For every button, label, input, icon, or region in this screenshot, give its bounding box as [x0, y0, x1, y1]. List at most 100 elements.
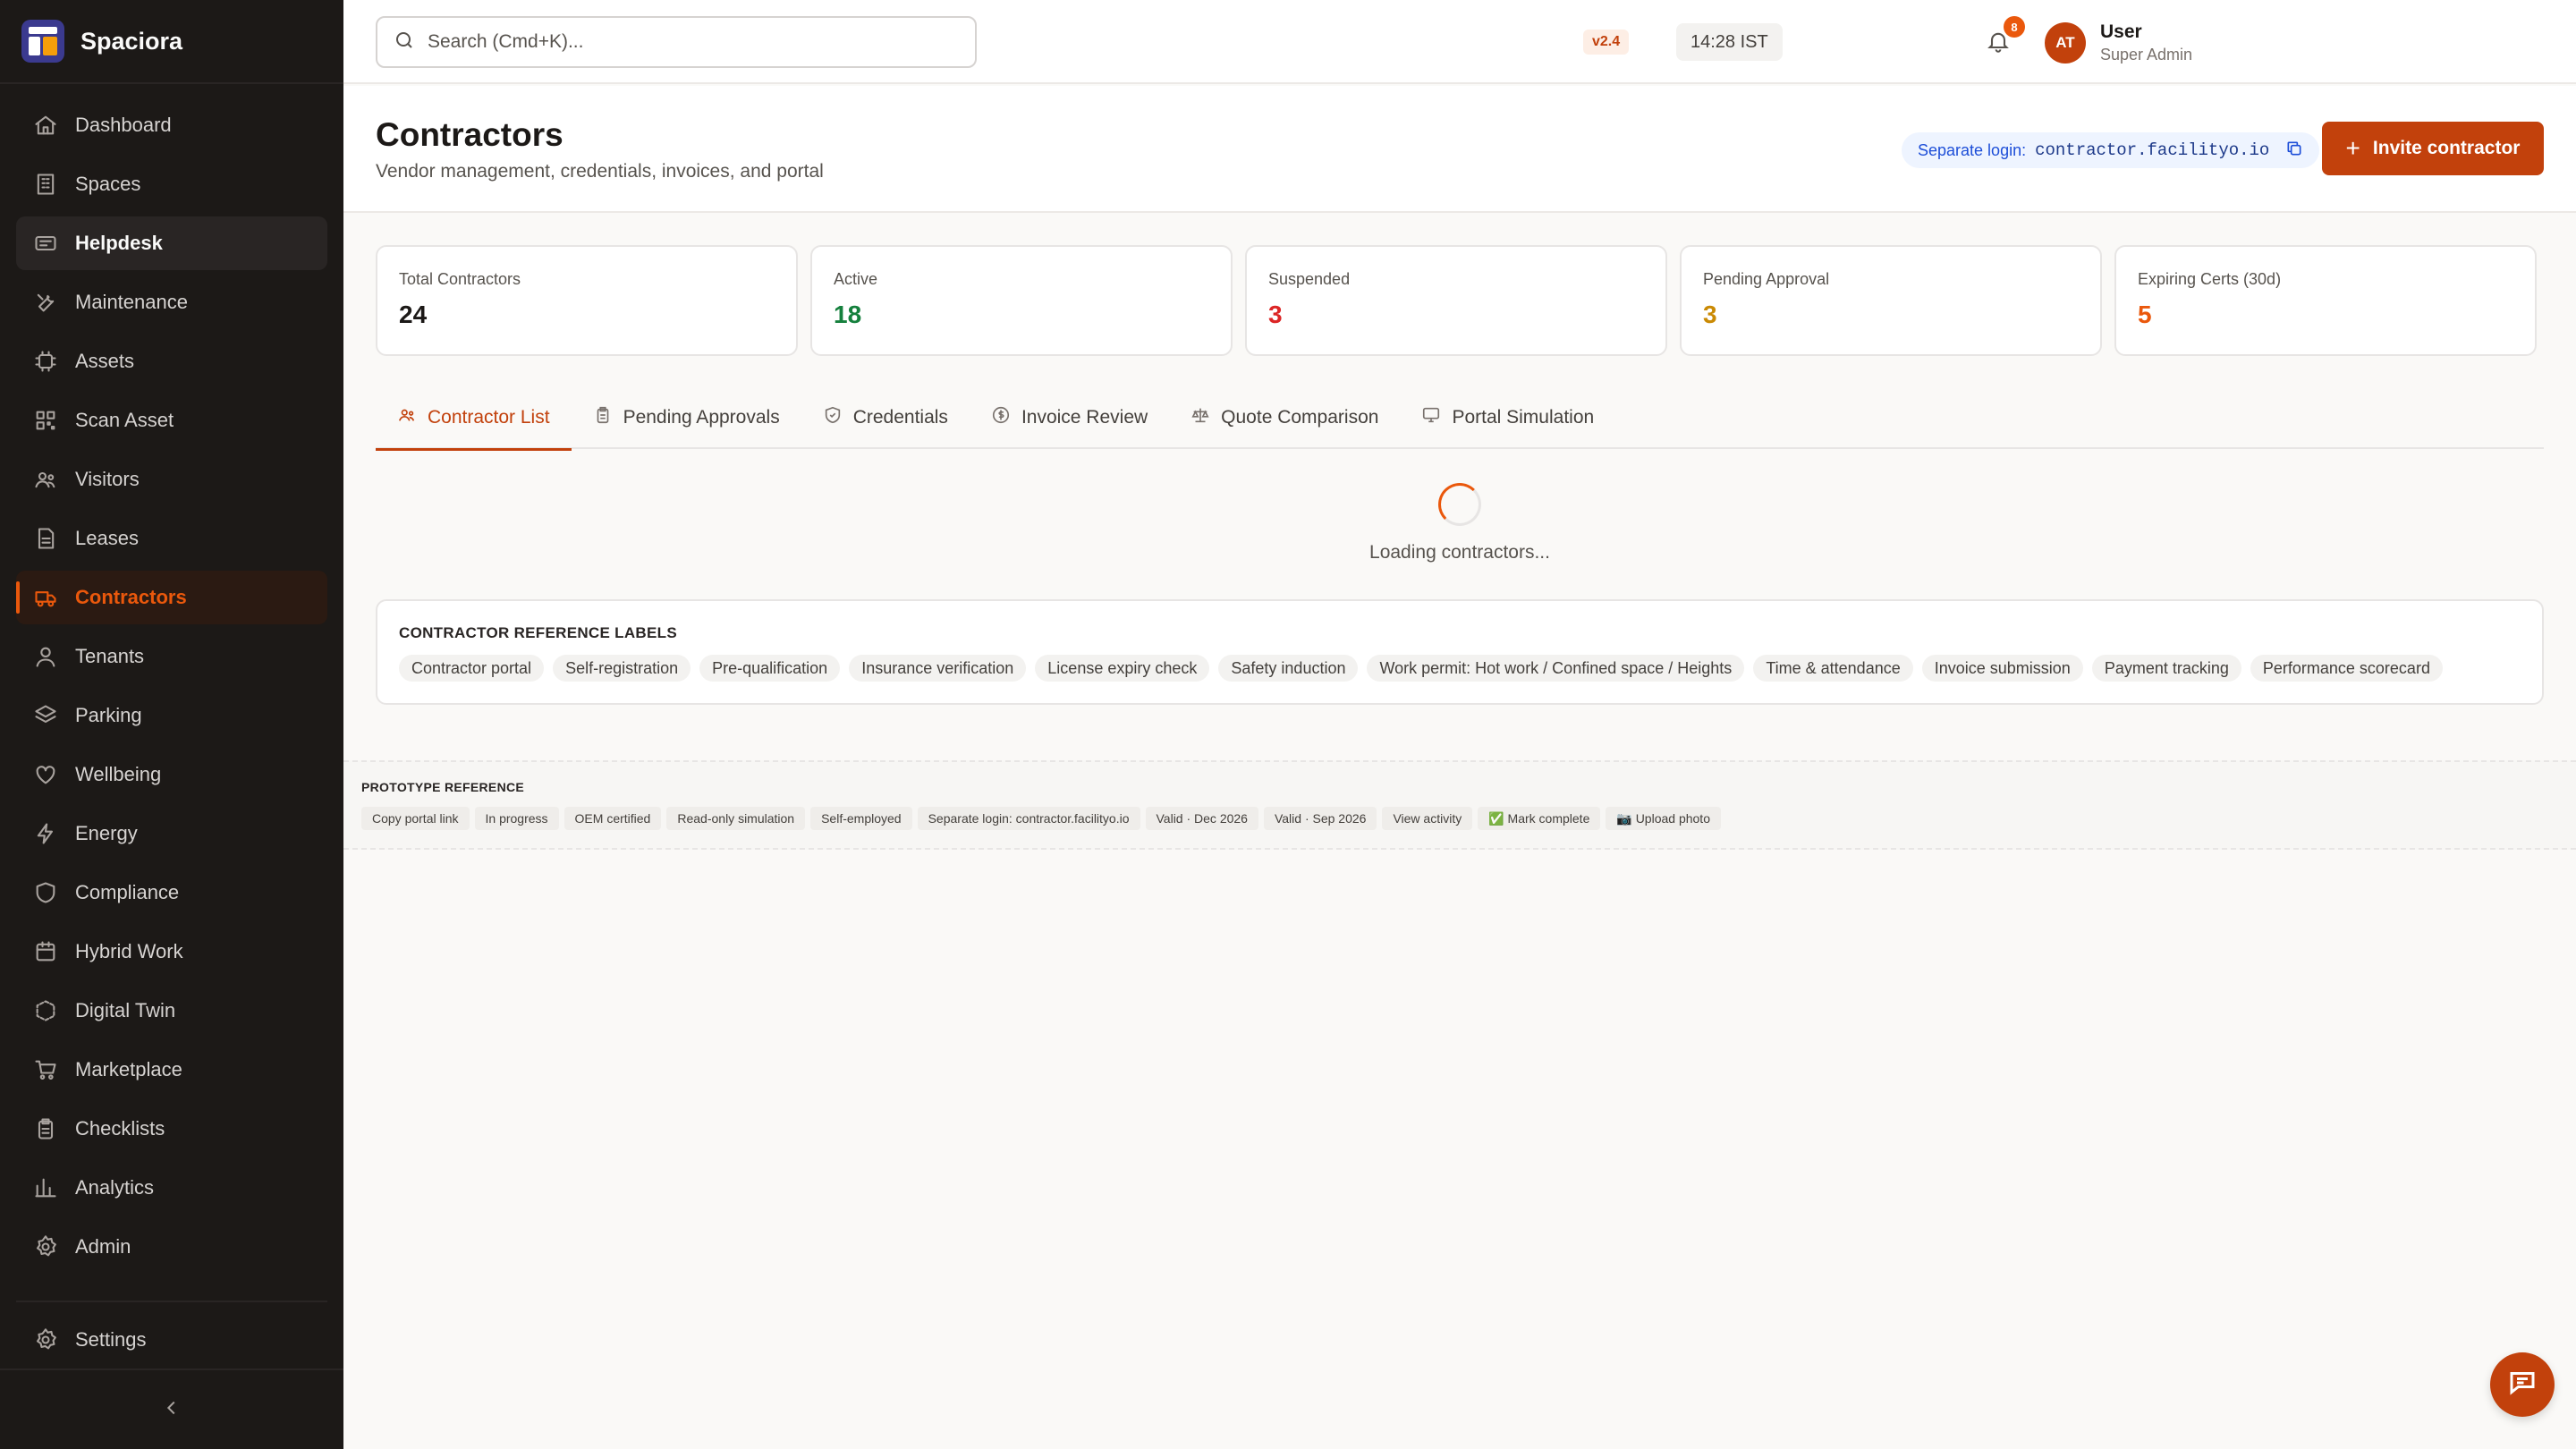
reference-labels-card: CONTRACTOR REFERENCE LABELS Contractor p… [376, 599, 2544, 705]
sidebar-item-label: Visitors [75, 468, 140, 490]
sidebar-item-digital-twin[interactable]: Digital Twin [16, 984, 327, 1038]
prototype-chip[interactable]: Copy portal link [361, 807, 470, 830]
stat-value: 18 [834, 301, 862, 328]
calendar-icon [32, 938, 59, 965]
bolt-icon [32, 820, 59, 847]
sidebar-item-dashboard[interactable]: Dashboard [16, 98, 327, 152]
chat-icon [2506, 1367, 2538, 1403]
tab-label: Pending Approvals [623, 407, 780, 428]
tab-label: Credentials [852, 407, 948, 428]
chat-button[interactable] [2490, 1352, 2555, 1417]
sidebar-item-marketplace[interactable]: Marketplace [16, 1043, 327, 1097]
tab-label: Contractor List [428, 407, 550, 428]
sidebar-item-settings[interactable]: Settings [16, 1313, 327, 1367]
prototype-chip[interactable]: Separate login: contractor.facilityo.io [917, 807, 1140, 830]
reference-chip: Self-registration [553, 655, 691, 682]
login-label: Separate login: [1918, 140, 2027, 159]
prototype-chip[interactable]: Read-only simulation [666, 807, 806, 830]
stat-value: 24 [399, 301, 428, 328]
stat-card-total-contractors: Total Contractors 24 [376, 245, 798, 356]
copy-icon[interactable] [2269, 140, 2303, 162]
reference-chip: Pre-qualification [699, 655, 841, 682]
prototype-chip[interactable]: View activity [1382, 807, 1473, 830]
sidebar-item-label: Maintenance [75, 291, 188, 313]
page-subtitle: Vendor management, credentials, invoices… [376, 161, 824, 182]
search-box[interactable] [376, 16, 977, 68]
tab-portal-simulation[interactable]: Portal Simulation [1400, 386, 1615, 449]
sidebar: Spaciora Dashboard Spaces Helpdesk Maintena… [0, 0, 343, 1449]
sidebar-item-label: Compliance [75, 881, 180, 903]
sidebar-item-label: Spaces [75, 173, 141, 195]
home-icon [32, 112, 59, 139]
search-icon [394, 30, 415, 55]
building-icon [32, 171, 59, 198]
sidebar-item-scan-asset[interactable]: Scan Asset [16, 394, 327, 447]
stat-label: Suspended [1268, 270, 1351, 288]
user-name[interactable]: User [2100, 21, 2142, 43]
tab-credentials[interactable]: Credentials [801, 386, 970, 449]
chevron-left-icon [162, 1398, 182, 1422]
prototype-chip-list: Copy portal link In progress OEM certified… [361, 807, 1726, 830]
tab-pending-approvals[interactable]: Pending Approvals [572, 386, 801, 449]
sidebar-item-contractors[interactable]: Contractors [16, 571, 327, 624]
prototype-chip[interactable]: Self-employed [810, 807, 912, 830]
sidebar-item-checklists[interactable]: Checklists [16, 1102, 327, 1156]
sidebar-item-admin[interactable]: Admin [16, 1220, 327, 1274]
invite-contractor-button[interactable]: + Invite contractor [2322, 122, 2544, 175]
invite-button-label: Invite contractor [2372, 138, 2521, 158]
stat-label: Total Contractors [399, 270, 521, 288]
reference-chip: Time & attendance [1753, 655, 1913, 682]
sidebar-item-label: Hybrid Work [75, 940, 183, 962]
stat-label: Active [834, 270, 878, 288]
sidebar-item-spaces[interactable]: Spaces [16, 157, 327, 211]
tab-contractor-list[interactable]: Contractor List [376, 386, 572, 451]
brand[interactable]: Spaciora [0, 0, 343, 84]
sidebar-item-energy[interactable]: Energy [16, 807, 327, 860]
sidebar-item-analytics[interactable]: Analytics [16, 1161, 327, 1215]
page-title: Contractors [376, 116, 564, 153]
stat-card-expiring-certs-30d: Expiring Certs (30d) 5 [2114, 245, 2537, 356]
reference-chip: Insurance verification [849, 655, 1027, 682]
sidebar-item-hybrid-work[interactable]: Hybrid Work [16, 925, 327, 979]
sidebar-item-label: Checklists [75, 1117, 165, 1140]
separate-login-pill: Separate login: contractor.facilityo.io [1902, 132, 2320, 168]
tab-invoice-review[interactable]: Invoice Review [970, 386, 1169, 449]
sidebar-item-compliance[interactable]: Compliance [16, 866, 327, 919]
sidebar-item-assets[interactable]: Assets [16, 335, 327, 388]
gear-icon [32, 1233, 59, 1260]
sidebar-item-tenants[interactable]: Tenants [16, 630, 327, 683]
prototype-reference-title: PROTOTYPE REFERENCE [361, 780, 525, 794]
sidebar-item-leases[interactable]: Leases [16, 512, 327, 565]
loading-spinner [1438, 483, 1481, 526]
sidebar-item-label: Dashboard [75, 114, 172, 136]
prototype-chip[interactable]: 📷 Upload photo [1606, 807, 1721, 830]
sidebar-item-helpdesk[interactable]: Helpdesk [16, 216, 327, 270]
notification-count-badge: 8 [2004, 16, 2025, 38]
prototype-chip[interactable]: OEM certified [564, 807, 662, 830]
reference-chip-list: Contractor portal Self-registration Pre-qu… [399, 655, 2452, 682]
cube-icon [32, 997, 59, 1024]
prototype-chip[interactable]: Valid · Sep 2026 [1263, 807, 1377, 830]
sidebar-item-maintenance[interactable]: Maintenance [16, 275, 327, 329]
layers-icon [32, 702, 59, 729]
gear-icon [32, 1326, 59, 1353]
sidebar-item-visitors[interactable]: Visitors [16, 453, 327, 506]
sidebar-item-parking[interactable]: Parking [16, 689, 327, 742]
scale-icon [1191, 405, 1221, 430]
qr-icon [32, 407, 59, 434]
sidebar-item-label: Scan Asset [75, 409, 174, 431]
sidebar-item-wellbeing[interactable]: Wellbeing [16, 748, 327, 801]
prototype-chip[interactable]: In progress [474, 807, 559, 830]
collapse-sidebar-button[interactable] [0, 1368, 343, 1449]
prototype-chip[interactable]: Valid · Dec 2026 [1145, 807, 1258, 830]
tab-bar: Contractor List Pending Approvals Credenti… [376, 386, 2544, 451]
reference-chip: Work permit: Hot work / Confined space /… [1367, 655, 1745, 682]
monitor-icon [1421, 405, 1452, 430]
tab-quote-comparison[interactable]: Quote Comparison [1169, 386, 1400, 449]
stat-value: 5 [2138, 301, 2152, 328]
reference-labels-title: CONTRACTOR REFERENCE LABELS [399, 624, 677, 641]
search-input[interactable] [428, 31, 928, 53]
reference-chip: Safety induction [1218, 655, 1359, 682]
prototype-chip[interactable]: ✅ Mark complete [1478, 807, 1601, 830]
avatar[interactable]: AT [2045, 22, 2086, 64]
